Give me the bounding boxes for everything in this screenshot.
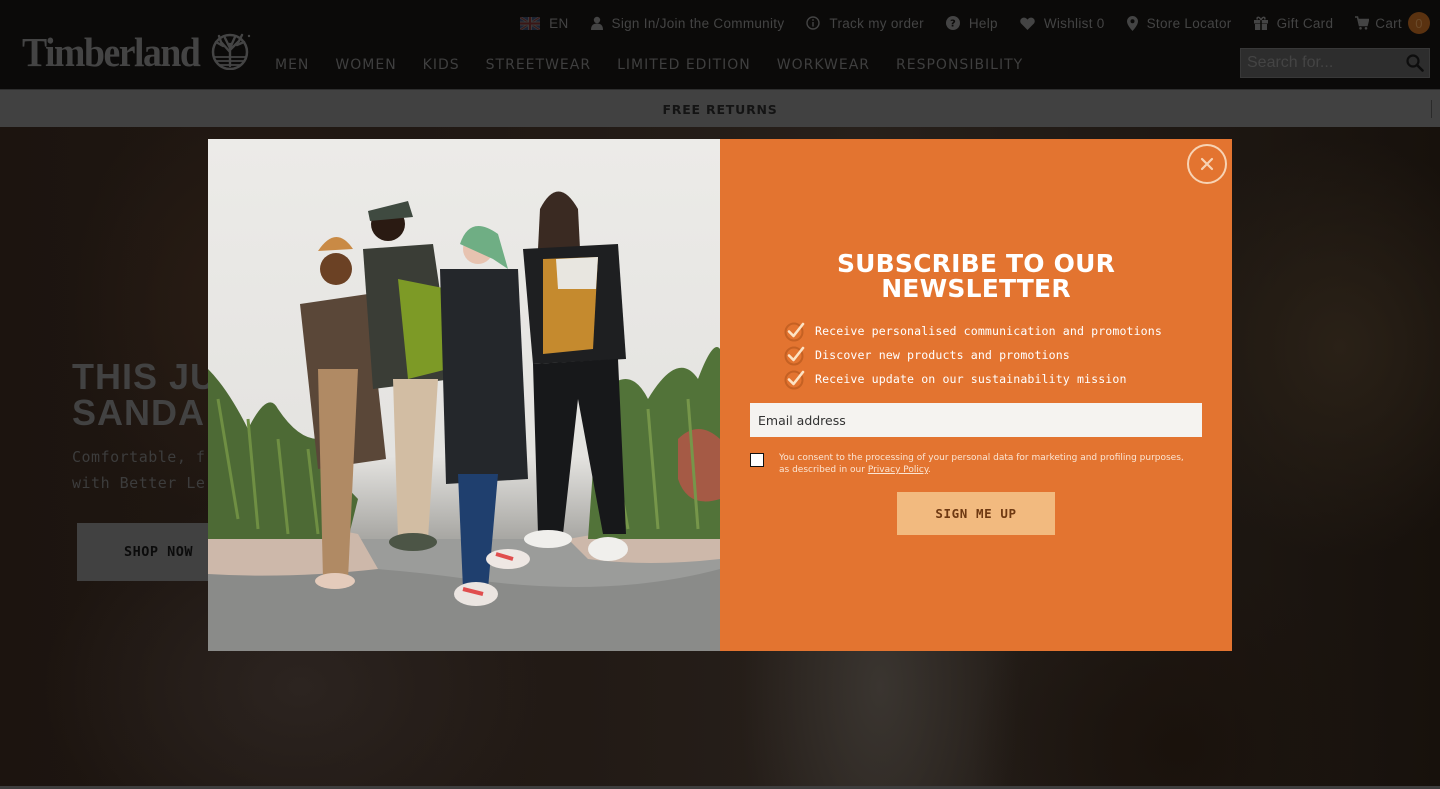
svg-text:?: ?	[950, 19, 956, 30]
help-icon: ?	[945, 16, 960, 30]
benefits-list: Receive personalised communication and p…	[784, 319, 1162, 391]
wishlist-link[interactable]: Wishlist 0	[1020, 16, 1105, 31]
email-input[interactable]	[750, 403, 1202, 437]
sign-me-up-button[interactable]: SIGN ME UP	[897, 492, 1055, 535]
hero-title: THIS JU SANDA	[72, 356, 218, 433]
sign-in-link[interactable]: Sign In/Join the Community	[590, 15, 785, 31]
nav-kids[interactable]: KIDS	[423, 57, 460, 73]
benefit-text: Discover new products and promotions	[815, 348, 1070, 362]
newsletter-modal: SUBSCRIBE TO OUR NEWSLETTER Receive pers…	[208, 139, 1232, 651]
privacy-policy-link[interactable]: Privacy Policy	[868, 465, 928, 475]
nav-streetwear[interactable]: STREETWEAR	[486, 57, 591, 73]
consent-end: .	[927, 465, 931, 475]
uk-flag-icon	[520, 16, 541, 30]
cart-count-badge: 0	[1408, 12, 1430, 34]
site-header: EN Sign In/Join the Community Track my o…	[0, 0, 1440, 89]
promo-bar: FREE RETURNS	[0, 89, 1440, 127]
user-icon	[590, 16, 603, 30]
consent-text: You consent to the processing of your pe…	[779, 452, 1190, 476]
nav-responsibility[interactable]: RESPONSIBILITY	[896, 57, 1023, 73]
tree-logo-icon	[209, 30, 251, 75]
benefit-item: Receive update on our sustainability mis…	[784, 367, 1162, 391]
wishlist-label: Wishlist 0	[1043, 15, 1105, 31]
help-label: Help	[968, 15, 998, 31]
language-selector[interactable]: EN	[520, 16, 568, 31]
main-navigation: MEN WOMEN KIDS STREETWEAR LIMITED EDITIO…	[275, 57, 1049, 73]
checkmark-icon	[784, 368, 806, 390]
hero-subtitle: Comfortable, f with Better Le	[72, 448, 206, 492]
brand-wordmark: Timberland	[22, 29, 201, 75]
benefit-text: Receive personalised communication and p…	[815, 324, 1162, 338]
consent-checkbox[interactable]	[750, 453, 764, 467]
cart-icon	[1355, 16, 1370, 30]
help-link[interactable]: ? Help	[945, 15, 998, 31]
track-order-label: Track my order	[829, 15, 924, 31]
close-modal-button[interactable]	[1187, 144, 1227, 184]
models-illustration	[208, 191, 720, 651]
close-icon	[1200, 157, 1214, 171]
nav-limited-edition[interactable]: LIMITED EDITION	[617, 57, 751, 73]
nav-women[interactable]: WOMEN	[335, 57, 396, 73]
newsletter-panel: SUBSCRIBE TO OUR NEWSLETTER Receive pers…	[720, 139, 1232, 651]
sign-in-label: Sign In/Join the Community	[611, 15, 785, 31]
checkmark-icon	[784, 320, 806, 342]
cart-label: Cart	[1375, 15, 1402, 31]
cart-link[interactable]: Cart 0	[1355, 12, 1430, 34]
store-locator-link[interactable]: Store Locator	[1126, 15, 1232, 31]
search-icon[interactable]	[1406, 54, 1424, 77]
language-label: EN	[549, 15, 569, 31]
newsletter-title: SUBSCRIBE TO OUR NEWSLETTER	[836, 249, 1116, 303]
utility-bar: EN Sign In/Join the Community Track my o…	[498, 12, 1430, 34]
benefit-item: Receive personalised communication and p…	[784, 319, 1162, 343]
brand-logo[interactable]: Timberland	[22, 30, 251, 75]
consent-row: You consent to the processing of your pe…	[750, 452, 1190, 476]
search-box	[1240, 48, 1430, 78]
promo-divider	[1431, 100, 1432, 118]
gift-card-label: Gift Card	[1276, 15, 1334, 31]
gift-card-link[interactable]: Gift Card	[1253, 15, 1334, 31]
benefit-item: Discover new products and promotions	[784, 343, 1162, 367]
benefit-text: Receive update on our sustainability mis…	[815, 372, 1127, 386]
heart-icon	[1020, 17, 1035, 30]
nav-men[interactable]: MEN	[275, 57, 309, 73]
promo-text: FREE RETURNS	[662, 102, 778, 117]
track-order-link[interactable]: Track my order	[806, 15, 924, 31]
consent-body: You consent to the processing of your pe…	[779, 453, 1184, 475]
checkmark-icon	[784, 344, 806, 366]
newsletter-photo	[208, 139, 720, 651]
nav-workwear[interactable]: WORKWEAR	[777, 57, 870, 73]
info-icon	[806, 16, 821, 30]
map-pin-icon	[1126, 15, 1138, 31]
search-input[interactable]	[1241, 49, 1401, 77]
store-locator-label: Store Locator	[1146, 15, 1232, 31]
gift-icon	[1253, 16, 1268, 30]
